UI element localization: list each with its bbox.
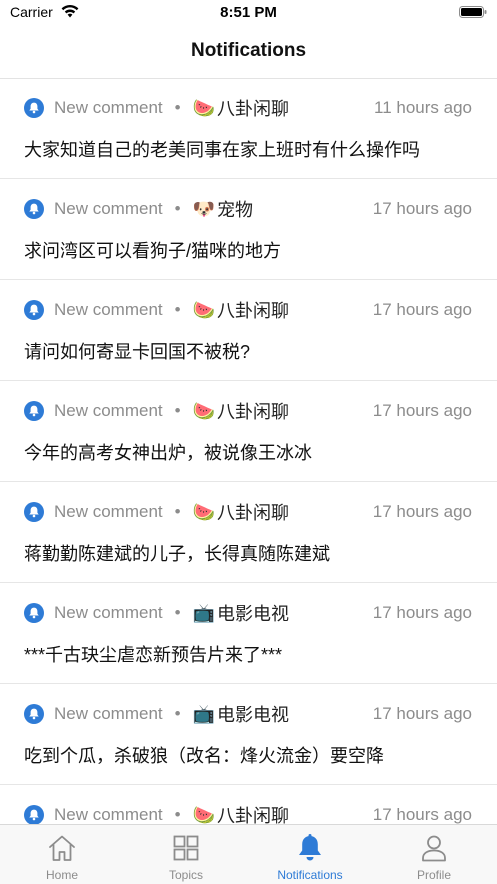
notification-title[interactable]: ***千古玦尘虐恋新预告片来了*** [24,641,477,667]
notification-list[interactable]: New comment • 🍉 八卦闲聊 11 hours ago 大家知道自己… [0,78,497,824]
node-name[interactable]: 八卦闲聊 [217,95,289,121]
tab-notifications[interactable]: Notifications [248,825,372,884]
separator-dot: • [174,199,181,218]
node-emoji-icon: 🐶 [192,199,216,219]
tab-topics[interactable]: Topics [124,825,248,884]
notification-meta: New comment • 🐶 宠物 [24,198,253,220]
node-name[interactable]: 八卦闲聊 [217,297,289,323]
notification-row[interactable]: New comment • 🍉 八卦闲聊 11 hours ago 大家知道自己… [0,78,497,179]
notification-row[interactable]: New comment • 🍉 八卦闲聊 17 hours ago [0,785,497,824]
node-emoji-icon: 📺 [192,704,216,724]
tab-home[interactable]: Home [0,825,124,884]
notification-meta: New comment • 📺 电影电视 [24,602,289,624]
separator-dot: • [174,704,181,723]
notification-type: New comment [54,401,163,420]
node-name[interactable]: 电影电视 [217,600,289,626]
notification-meta: New comment • 🍉 八卦闲聊 [24,804,289,824]
notification-type: New comment [54,502,163,521]
node-emoji-icon: 🍉 [192,401,216,421]
notification-time: 17 hours ago [372,704,472,723]
separator-dot: • [174,401,181,420]
node-emoji-icon: 📺 [192,603,216,623]
notification-row[interactable]: New comment • 🍉 八卦闲聊 17 hours ago 蒋勤勤陈建斌… [0,482,497,583]
notification-title[interactable]: 求问湾区可以看狗子/猫咪的地方 [24,237,477,263]
notification-time: 11 hours ago [374,98,472,117]
separator-dot: • [174,502,181,521]
notification-meta: New comment • 🍉 八卦闲聊 [24,501,289,523]
node-emoji-icon: 🍉 [192,98,216,118]
notification-meta: New comment • 📺 电影电视 [24,703,289,725]
notification-row[interactable]: New comment • 🐶 宠物 17 hours ago 求问湾区可以看狗… [0,179,497,280]
status-bar: Carrier 8:51 PM [0,0,497,26]
bell-icon [24,98,44,118]
notification-type: New comment [54,704,163,723]
node-name[interactable]: 八卦闲聊 [217,802,289,824]
bell-icon [24,603,44,623]
battery-icon [459,6,487,18]
page-title: Notifications [190,40,307,61]
notification-time: 17 hours ago [372,805,472,824]
bell-icon [24,704,44,724]
notification-time: 17 hours ago [372,300,472,319]
notification-title[interactable]: 大家知道自己的老美同事在家上班时有什么操作吗 [24,136,477,162]
node-name[interactable]: 八卦闲聊 [217,398,289,424]
notification-time: 17 hours ago [372,401,472,420]
notification-title[interactable]: 请问如何寄显卡回国不被税? [24,338,477,364]
notification-type: New comment [54,199,163,218]
notification-time: 17 hours ago [372,502,472,521]
notification-meta: New comment • 🍉 八卦闲聊 [24,97,289,119]
notification-type: New comment [54,98,163,117]
notification-meta: New comment • 🍉 八卦闲聊 [24,400,289,422]
notification-row[interactable]: New comment • 📺 电影电视 17 hours ago ***千古玦… [0,583,497,684]
bell-icon [24,805,44,824]
tab-profile-label: Profile [416,868,451,882]
notification-type: New comment [54,300,163,319]
node-emoji-icon: 🍉 [192,805,216,824]
notification-title[interactable]: 蒋勤勤陈建斌的儿子，长得真随陈建斌 [24,540,477,566]
home-icon [49,835,75,861]
notification-title[interactable]: 吃到个瓜，杀破狼（改名：烽火流金）要空降 [24,742,477,768]
tab-topics-label: Topics [168,868,203,882]
separator-dot: • [174,805,181,824]
separator-dot: • [174,98,181,117]
tab-notifications-label: Notifications [277,868,343,882]
clock: 8:51 PM [220,4,277,21]
node-emoji-icon: 🍉 [192,502,216,522]
notification-type: New comment [54,805,163,824]
node-emoji-icon: 🍉 [192,300,216,320]
bell-icon [24,300,44,320]
notification-row[interactable]: New comment • 🍉 八卦闲聊 17 hours ago 请问如何寄显… [0,280,497,381]
notification-row[interactable]: New comment • 📺 电影电视 17 hours ago 吃到个瓜，杀… [0,684,497,785]
tab-home-label: Home [45,868,78,882]
bell-icon [24,199,44,219]
grid-icon [173,835,199,861]
separator-dot: • [174,300,181,319]
separator-dot: • [174,603,181,622]
notification-time: 17 hours ago [372,603,472,622]
notification-type: New comment [54,603,163,622]
node-name[interactable]: 电影电视 [217,701,289,727]
bell-icon [24,401,44,421]
person-icon [422,835,446,862]
navigation-bar: Notifications [0,26,497,79]
node-name[interactable]: 宠物 [217,196,253,222]
notification-row[interactable]: New comment • 🍉 八卦闲聊 17 hours ago 今年的高考女… [0,381,497,482]
node-name[interactable]: 八卦闲聊 [217,499,289,525]
tab-bar: Home Topics Notifications Profile [0,824,497,884]
notification-title[interactable]: 今年的高考女神出炉，被说像王冰冰 [24,439,477,465]
notification-meta: New comment • 🍉 八卦闲聊 [24,299,289,321]
tab-profile[interactable]: Profile [372,825,496,884]
bell-icon [299,834,321,861]
notification-time: 17 hours ago [372,199,472,218]
bell-icon [24,502,44,522]
